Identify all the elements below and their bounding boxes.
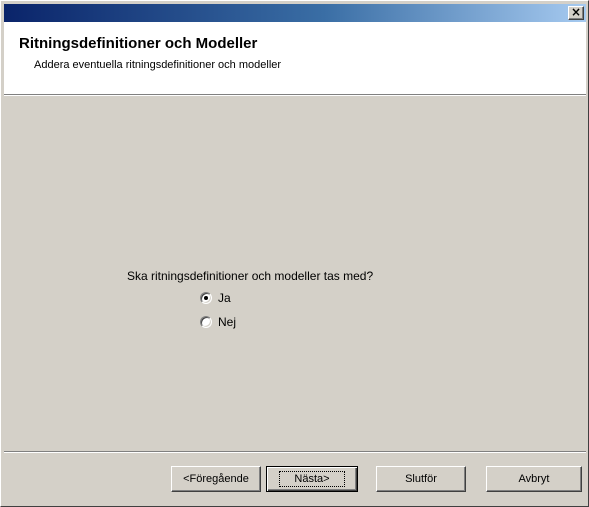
- question-label: Ska ritningsdefinitioner och modeller ta…: [127, 269, 374, 283]
- page-title: Ritningsdefinitioner och Modeller: [19, 35, 258, 52]
- radio-button-checked-icon[interactable]: [200, 292, 212, 304]
- radio-button-unchecked-icon[interactable]: [200, 316, 212, 328]
- page-subtitle: Addera eventuella ritningsdefinitioner o…: [34, 59, 282, 71]
- radio-option-nej[interactable]: Nej: [200, 314, 236, 330]
- finish-button[interactable]: Slutför: [376, 466, 466, 492]
- next-button-label: Nästa>: [279, 471, 345, 487]
- close-button[interactable]: ×: [568, 6, 584, 20]
- wizard-header: Ritningsdefinitioner och Modeller Addera…: [4, 22, 586, 94]
- footer-divider: [4, 451, 586, 453]
- cancel-button-label: Avbryt: [518, 473, 550, 485]
- wizard-dialog: × Ritningsdefinitioner och Modeller Adde…: [0, 0, 589, 507]
- back-button-label: <Föregående: [183, 473, 249, 485]
- radio-option-ja[interactable]: Ja: [200, 290, 231, 306]
- finish-button-label: Slutför: [405, 473, 437, 485]
- close-icon: ×: [570, 5, 582, 19]
- back-button[interactable]: <Föregående: [171, 466, 261, 492]
- header-divider: [4, 94, 586, 96]
- radio-label-nej[interactable]: Nej: [218, 315, 236, 329]
- next-button[interactable]: Nästa>: [266, 466, 358, 492]
- radio-label-ja[interactable]: Ja: [218, 291, 231, 305]
- title-bar[interactable]: ×: [4, 4, 586, 22]
- cancel-button[interactable]: Avbryt: [486, 466, 582, 492]
